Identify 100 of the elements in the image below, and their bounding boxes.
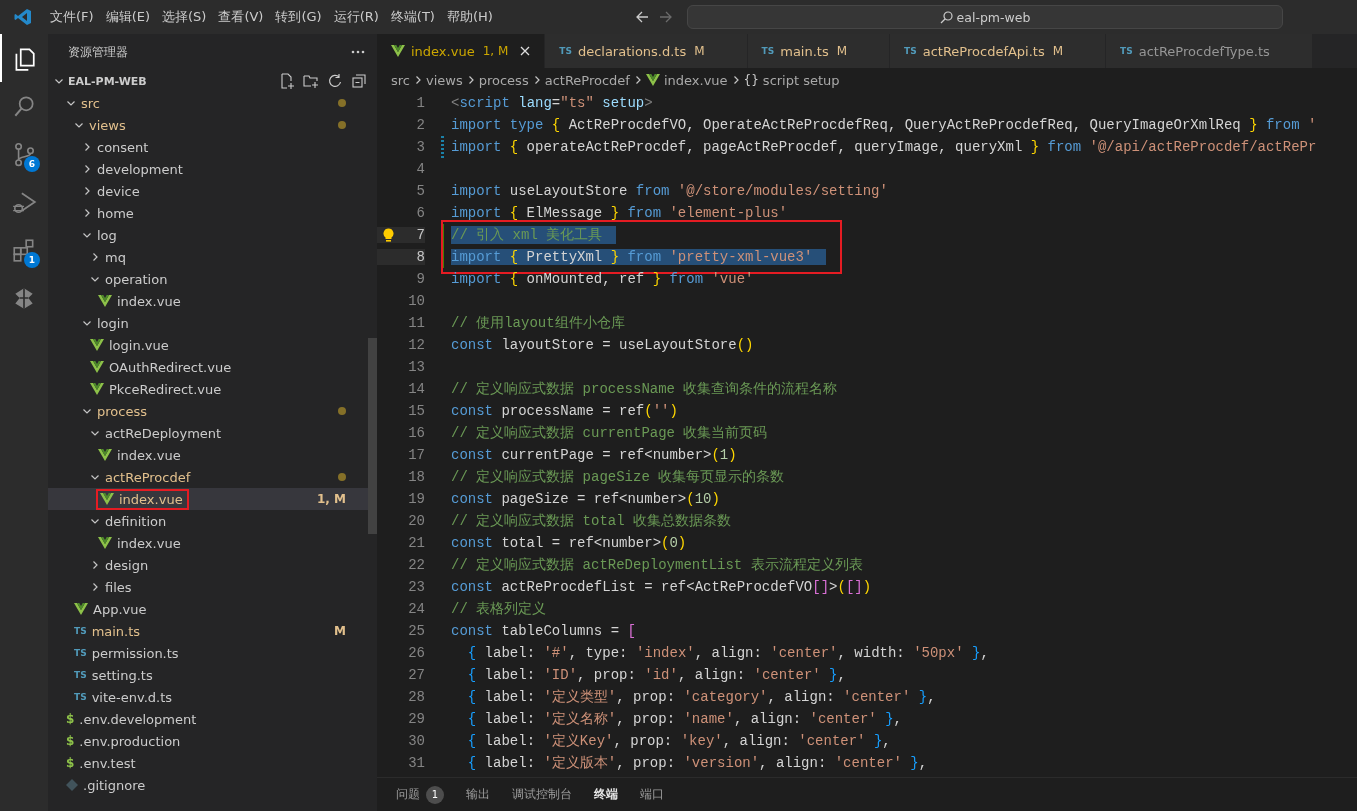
code-line: const actReProcdefList = ref<ActReProcdefVO[]>([]) bbox=[451, 579, 872, 595]
breadcrumb[interactable]: actReProcdef bbox=[544, 72, 630, 88]
file-item[interactable]: index.vue bbox=[48, 290, 368, 312]
file-item[interactable]: TS setting.ts bbox=[48, 664, 368, 686]
editor-tab[interactable]: TS actReProcdefType.ts bbox=[1106, 34, 1313, 68]
code-line: { label: '#', type: 'index', align: 'center', width: '50px' }, bbox=[466, 645, 989, 661]
menu-item[interactable]: 运行(R) bbox=[327, 5, 385, 29]
activity-item[interactable]: 1 bbox=[0, 226, 48, 274]
lightbulb-icon[interactable] bbox=[383, 228, 394, 242]
panel-tab[interactable]: 调试控制台 bbox=[501, 787, 583, 802]
menu-item[interactable]: 帮助(H) bbox=[440, 5, 499, 29]
diamond-icon bbox=[66, 779, 78, 791]
file-item[interactable]: TS permission.ts bbox=[48, 642, 368, 664]
code-line: import type { ActReProcdefVO, OperateActReProcdefReq, QueryActReProcdefReq, QueryImageOrXmlReq } from ' bbox=[451, 117, 1317, 133]
file-item[interactable]: index.vue 1, M bbox=[48, 488, 368, 510]
code-line: <script lang="ts" setup> bbox=[451, 95, 653, 111]
folder-item[interactable]: home bbox=[48, 202, 368, 224]
line-number: 14 bbox=[407, 381, 425, 397]
chevron-icon bbox=[82, 186, 92, 196]
vue-icon bbox=[98, 295, 112, 307]
editor-tab[interactable]: TS actReProcdefApi.ts M bbox=[890, 34, 1107, 68]
panel-tab[interactable]: 终端 bbox=[583, 787, 629, 802]
ts-icon: TS bbox=[1120, 46, 1133, 56]
folder-item[interactable]: src bbox=[48, 92, 368, 114]
file-item[interactable]: $ .env.test bbox=[48, 752, 368, 774]
file-item[interactable]: OAuthRedirect.vue bbox=[48, 356, 368, 378]
file-item[interactable]: PkceRedirect.vue bbox=[48, 378, 368, 400]
folder-item[interactable]: mq bbox=[48, 246, 368, 268]
git-status: M bbox=[1052, 44, 1064, 58]
breadcrumb[interactable]: process bbox=[478, 72, 529, 88]
menu-item[interactable]: 转到(G) bbox=[269, 5, 328, 29]
file-item[interactable]: login.vue bbox=[48, 334, 368, 356]
folder-item[interactable]: files bbox=[48, 576, 368, 598]
folder-item[interactable]: development bbox=[48, 158, 368, 180]
folder-item[interactable]: login bbox=[48, 312, 368, 334]
folder-item[interactable]: log bbox=[48, 224, 368, 246]
panel-tab[interactable]: 问题 1 bbox=[385, 785, 455, 804]
chevron-icon bbox=[90, 274, 100, 284]
editor-tab[interactable]: TS declarations.d.ts M bbox=[545, 34, 748, 68]
activity-item[interactable]: 6 bbox=[0, 130, 48, 178]
breadcrumb[interactable]: index.vue bbox=[645, 72, 728, 88]
menu-item[interactable]: 查看(V) bbox=[212, 5, 270, 29]
menu-item[interactable]: 选择(S) bbox=[156, 5, 213, 29]
chevron-icon bbox=[82, 318, 92, 328]
folder-item[interactable]: actReDeployment bbox=[48, 422, 368, 444]
breadcrumb[interactable]: {} script setup bbox=[743, 72, 840, 88]
line-number: 27 bbox=[407, 667, 425, 683]
chevron-icon bbox=[54, 76, 64, 86]
command-center[interactable]: eal-pm-web bbox=[687, 5, 1283, 29]
line-number: 11 bbox=[407, 315, 425, 331]
line-number: 18 bbox=[407, 469, 425, 485]
scrollbar-thumb[interactable] bbox=[368, 338, 377, 534]
code-line: const currentPage = ref<number>(1) bbox=[451, 447, 737, 463]
line-number: 5 bbox=[415, 183, 425, 199]
code-line: { label: '定义名称', prop: 'name', align: 'center' }, bbox=[466, 710, 902, 728]
folder-item[interactable]: operation bbox=[48, 268, 368, 290]
line-number: 4 bbox=[415, 161, 425, 177]
new-file-icon[interactable] bbox=[279, 73, 295, 89]
folder-item[interactable]: actReProcdef bbox=[48, 466, 368, 488]
breadcrumb[interactable]: views bbox=[426, 72, 463, 88]
file-item[interactable]: $ .env.production bbox=[48, 730, 368, 752]
close-icon[interactable] bbox=[520, 46, 531, 56]
file-item[interactable]: index.vue bbox=[48, 532, 368, 554]
forward-arrow-icon[interactable] bbox=[659, 10, 673, 24]
ts-icon: TS bbox=[74, 692, 87, 702]
editor-tab[interactable]: TS main.ts M bbox=[747, 34, 891, 68]
menu-item[interactable]: 终端(T) bbox=[384, 5, 441, 29]
editor-tab[interactable]: index.vue 1, M bbox=[377, 34, 546, 68]
menu-item[interactable]: 编辑(E) bbox=[99, 5, 156, 29]
refresh-icon[interactable] bbox=[327, 73, 343, 89]
file-item[interactable]: $ .env.development bbox=[48, 708, 368, 730]
more-icon[interactable] bbox=[351, 50, 365, 54]
new-folder-icon[interactable] bbox=[303, 73, 319, 89]
file-item[interactable]: .gitignore bbox=[48, 774, 368, 796]
code-line: import { ElMessage } from 'element-plus' bbox=[451, 205, 788, 221]
code-line: // 定义响应式数据 pageSize 收集每页显示的条数 bbox=[451, 468, 785, 486]
collapse-icon[interactable] bbox=[351, 73, 367, 89]
folder-item[interactable]: device bbox=[48, 180, 368, 202]
count-badge: 1 bbox=[24, 252, 40, 268]
panel-tab[interactable]: 输出 bbox=[455, 787, 501, 802]
line-number: 19 bbox=[407, 491, 425, 507]
file-item[interactable]: TS vite-env.d.ts bbox=[48, 686, 368, 708]
file-item[interactable]: TS main.ts M bbox=[48, 620, 368, 642]
breadcrumb[interactable]: src bbox=[391, 72, 410, 88]
menu-item[interactable]: 文件(F) bbox=[44, 5, 100, 29]
folder-item[interactable]: design bbox=[48, 554, 368, 576]
dollar-icon: $ bbox=[66, 756, 75, 770]
file-item[interactable]: App.vue bbox=[48, 598, 368, 620]
ts-icon: TS bbox=[74, 670, 87, 680]
folder-item[interactable]: views bbox=[48, 114, 368, 136]
project-title[interactable]: EAL-PM-WEB bbox=[68, 74, 147, 88]
back-arrow-icon[interactable] bbox=[635, 10, 649, 24]
folder-item[interactable]: definition bbox=[48, 510, 368, 532]
panel-tab[interactable]: 端口 bbox=[629, 787, 675, 802]
line-number: 24 bbox=[407, 601, 425, 617]
folder-item[interactable]: consent bbox=[48, 136, 368, 158]
file-item[interactable]: index.vue bbox=[48, 444, 368, 466]
chevron-icon bbox=[82, 164, 92, 174]
folder-item[interactable]: process bbox=[48, 400, 368, 422]
sidebar-title: 资源管理器 bbox=[68, 44, 128, 60]
